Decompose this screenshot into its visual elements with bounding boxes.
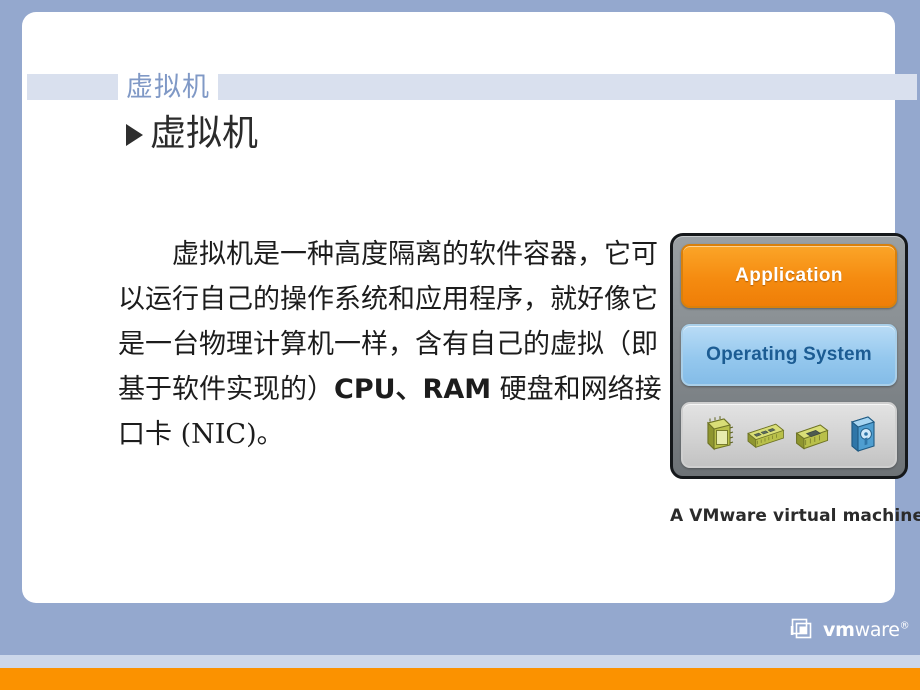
figure-caption: A VMware virtual machine	[670, 506, 920, 526]
vm-layer-operating-system: Operating System	[681, 324, 897, 386]
slide-root: 虚拟机 虚拟机 虚拟机是一种高度隔离的软件容器，它可以运行自己的操作系统和应用程…	[0, 0, 920, 690]
vmware-logo-wordmark-rest: ware	[854, 618, 900, 641]
network-interface-card-icon	[795, 424, 829, 450]
slide-heading-label: 虚拟机	[150, 113, 259, 154]
slide-title-container: 虚拟机	[118, 67, 218, 107]
vmware-logo-registered-mark: ®	[899, 620, 910, 632]
body-paragraph: 虚拟机是一种高度隔离的软件容器，它可以运行自己的操作系统和应用程序，就好像它是一…	[118, 232, 666, 457]
footer-orange-band	[0, 668, 920, 690]
footer-light-band	[0, 655, 920, 668]
hard-disk-icon	[850, 416, 876, 453]
vm-layer-application-label: Application	[735, 265, 843, 286]
vmware-stacked-squares-icon	[790, 618, 812, 639]
vmware-logo: vmware®	[790, 617, 910, 643]
ram-module-icon	[747, 423, 785, 449]
body-paragraph-bold-run: CPU、RAM	[334, 374, 492, 405]
cpu-chip-icon	[706, 416, 734, 451]
vmware-virtual-machine-diagram: Application Operating System	[670, 233, 908, 479]
slide-heading: 虚拟机	[126, 116, 258, 152]
vmware-logo-wordmark-bold: vm	[823, 618, 855, 641]
vm-layer-stack: Application Operating System	[681, 244, 897, 468]
vm-layer-virtual-hardware	[681, 402, 897, 468]
vmware-logo-wordmark: vmware®	[823, 618, 910, 641]
page-title: 虚拟机	[126, 71, 210, 103]
triangle-right-icon	[126, 124, 143, 146]
vm-layer-operating-system-label: Operating System	[706, 344, 872, 365]
slide-content-card: 虚拟机 虚拟机 虚拟机是一种高度隔离的软件容器，它可以运行自己的操作系统和应用程…	[22, 12, 920, 603]
vm-layer-application: Application	[681, 244, 897, 308]
